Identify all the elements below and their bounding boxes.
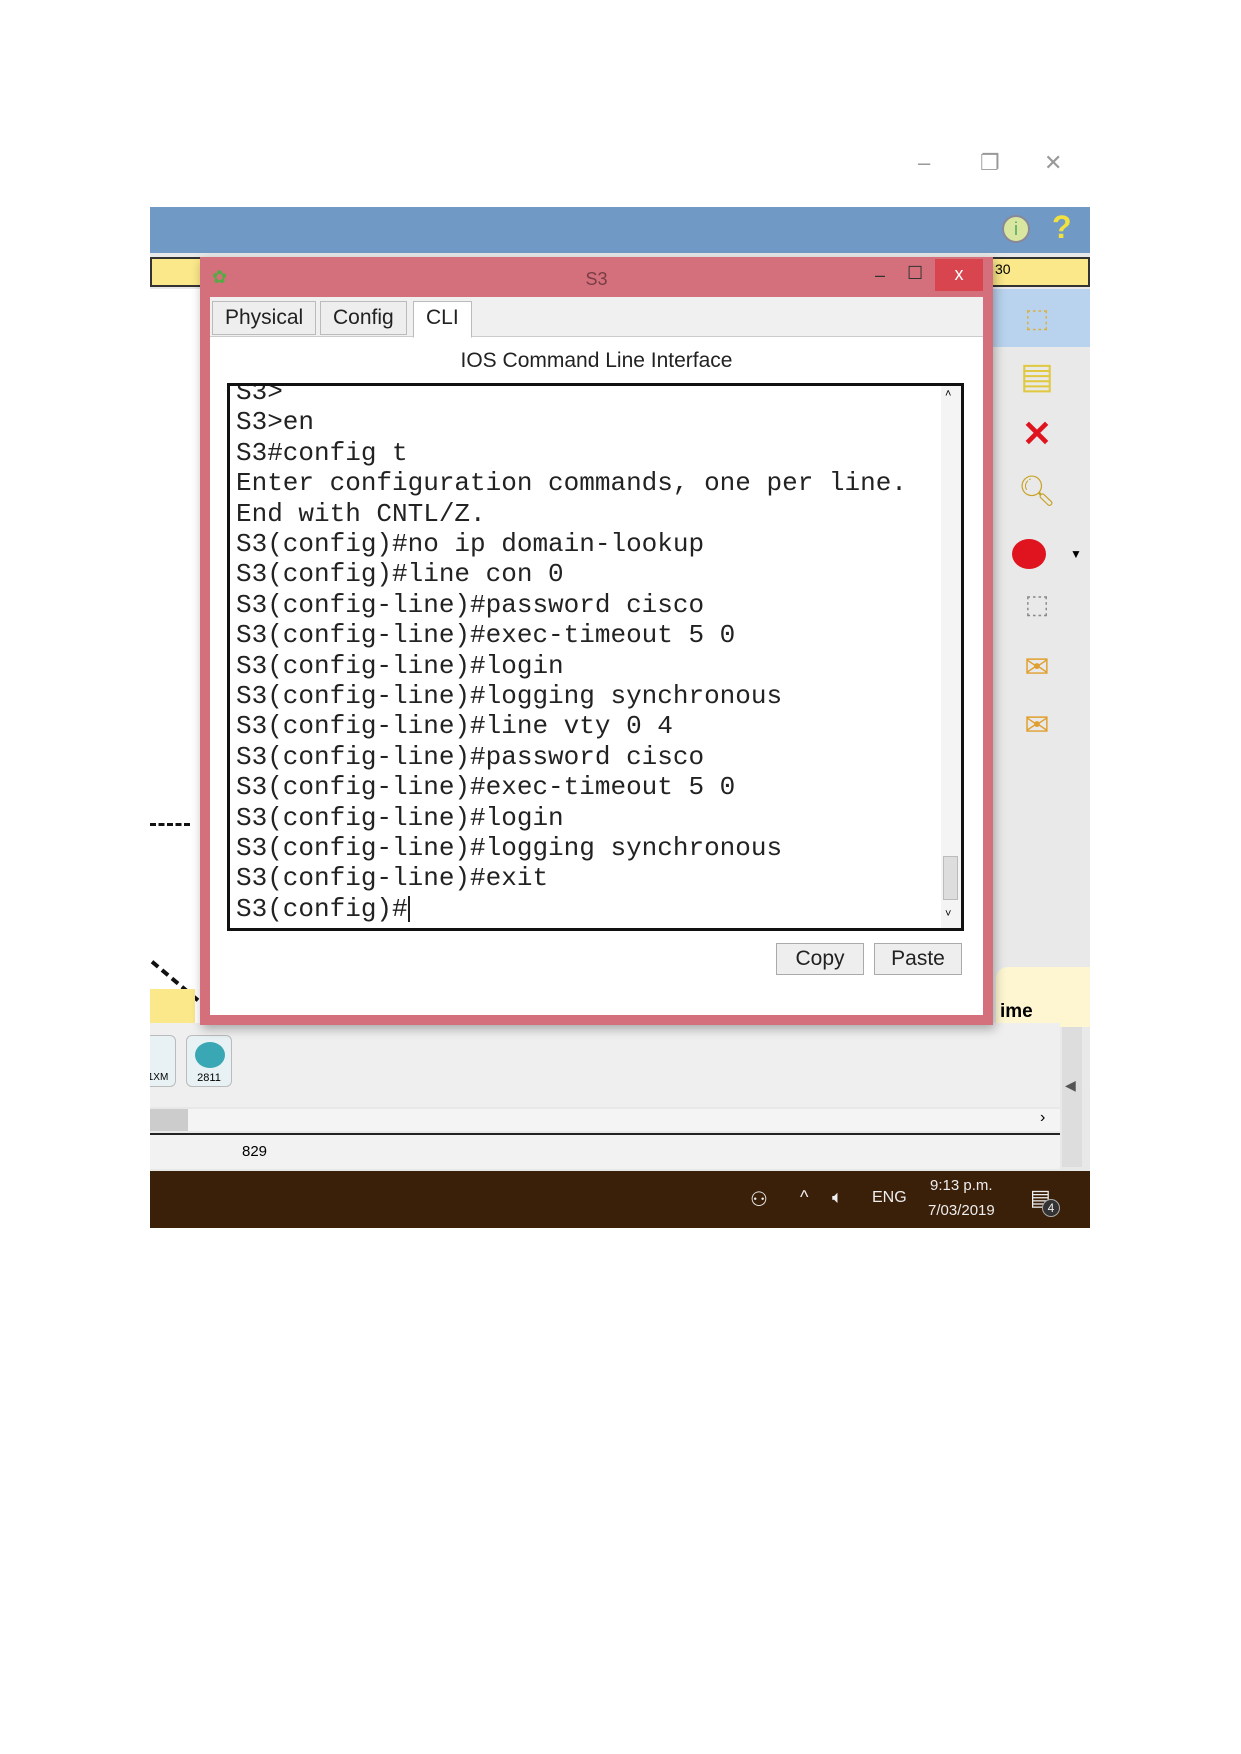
delete-icon[interactable]: ✕ xyxy=(1012,409,1062,459)
cli-line: S3(config)# xyxy=(236,893,410,924)
tab-cli[interactable]: CLI xyxy=(413,301,472,338)
people-icon[interactable]: ⚇ xyxy=(750,1187,768,1212)
dialog-body: Physical Config CLI IOS Command Line Int… xyxy=(210,297,983,1015)
cli-line: S3#config t xyxy=(236,437,408,468)
clock-time[interactable]: 9:13 p.m. xyxy=(930,1177,993,1194)
dialog-close[interactable]: x xyxy=(935,259,983,291)
text-cursor xyxy=(407,895,410,922)
draw-ellipse-icon[interactable] xyxy=(1012,539,1046,569)
close-button[interactable]: ✕ xyxy=(1044,150,1062,176)
scroll-thumb[interactable] xyxy=(943,856,958,900)
side-collapse[interactable]: ◀ xyxy=(1062,1027,1082,1167)
device-2811[interactable]: 2811 xyxy=(186,1035,232,1087)
link-line xyxy=(150,823,190,826)
mode-bar xyxy=(150,989,195,1023)
cli-line: S3(config)#line con 0 xyxy=(236,559,564,590)
volume-icon[interactable]: 🔈︎ xyxy=(832,1187,843,1208)
windows-taskbar: ⚇ ^ 🔈︎ ENG 9:13 p.m. 7/03/2019 ▤ 4 xyxy=(150,1171,1090,1228)
inspect-icon[interactable]: 🔍︎ xyxy=(1012,467,1062,517)
cli-line: S3(config-line)#exec-timeout 5 0 xyxy=(236,772,736,803)
horizontal-scrollbar[interactable]: › xyxy=(150,1109,1060,1131)
add-simple-pdu-icon[interactable]: ✉ xyxy=(1012,643,1062,693)
cli-line: S3(config-line)#logging synchronous xyxy=(236,681,783,711)
realtime-tab[interactable]: ime xyxy=(996,967,1090,1027)
cli-scrollbar[interactable]: ˄ ˅ xyxy=(941,386,961,928)
select-icon[interactable]: ⬚ xyxy=(1012,293,1062,343)
dialog-minimize[interactable]: ‒ xyxy=(875,265,885,286)
cli-line: End with CNTL/Z. xyxy=(236,498,486,529)
workspace-label: 30 xyxy=(995,261,1011,277)
restore-button[interactable]: ❐ xyxy=(980,150,1000,176)
info-icon[interactable]: i xyxy=(1002,215,1030,243)
device-label: 1XM xyxy=(150,1072,169,1083)
language-indicator[interactable]: ENG xyxy=(872,1189,907,1207)
add-complex-pdu-icon[interactable]: ✉ xyxy=(1012,701,1062,751)
device-1xm[interactable]: 1XM xyxy=(150,1035,176,1087)
dialog-maximize[interactable]: ☐ xyxy=(907,263,923,284)
top-toolbar: i ? xyxy=(150,207,1090,253)
cli-line: S3(config-line)#exit xyxy=(236,863,549,894)
minimize-button[interactable]: – xyxy=(918,150,930,176)
note-icon[interactable]: ▤ xyxy=(1012,351,1062,401)
status-bar: 829 xyxy=(150,1133,1060,1169)
paste-button[interactable]: Paste xyxy=(874,943,962,975)
cli-line: S3(config-line)#login xyxy=(236,802,564,833)
cli-line: S3> xyxy=(236,383,283,407)
device-dialog-s3: ✿ S3 ‒ ☐ x Physical Config CLI IOS Comma… xyxy=(200,257,993,1025)
notification-count: 4 xyxy=(1042,1199,1060,1217)
cli-line: S3>en xyxy=(236,407,315,438)
cli-terminal[interactable]: S3> S3>en S3#config t Enter configuration c… xyxy=(227,383,964,931)
cli-line: S3(config-line)#password cisco xyxy=(236,589,705,620)
clock-date[interactable]: 7/03/2019 xyxy=(928,1202,995,1219)
cli-line: Enter configuration commands, one per li… xyxy=(236,468,907,499)
show-hidden-icons[interactable]: ^ xyxy=(800,1187,808,1208)
tab-config[interactable]: Config xyxy=(320,301,407,335)
device-label: 2811 xyxy=(197,1072,221,1084)
cli-line: S3(config-line)#line vty 0 4 xyxy=(236,711,673,742)
cli-line: S3(config-line)#password cisco xyxy=(236,741,705,772)
tab-physical[interactable]: Physical xyxy=(212,301,317,335)
cli-line: S3(config)#no ip domain-lookup xyxy=(236,529,705,559)
resize-icon[interactable]: ⬚ xyxy=(1012,579,1062,629)
cli-line: S3(config-line)#logging synchronous xyxy=(236,833,783,863)
realtime-label: ime xyxy=(1000,1001,1033,1022)
cli-line: S3(config-line)#login xyxy=(236,650,564,681)
status-number: 829 xyxy=(242,1143,268,1160)
device-panel: 1XM 2811 xyxy=(150,1023,1060,1107)
dropdown-arrow-icon[interactable]: ▼ xyxy=(1070,547,1082,561)
cli-heading: IOS Command Line Interface xyxy=(460,349,733,372)
tab-strip: Physical Config CLI xyxy=(210,297,983,338)
help-icon[interactable]: ? xyxy=(1052,209,1072,246)
copy-button[interactable]: Copy xyxy=(776,943,864,975)
cli-line: S3(config-line)#exec-timeout 5 0 xyxy=(236,620,736,651)
